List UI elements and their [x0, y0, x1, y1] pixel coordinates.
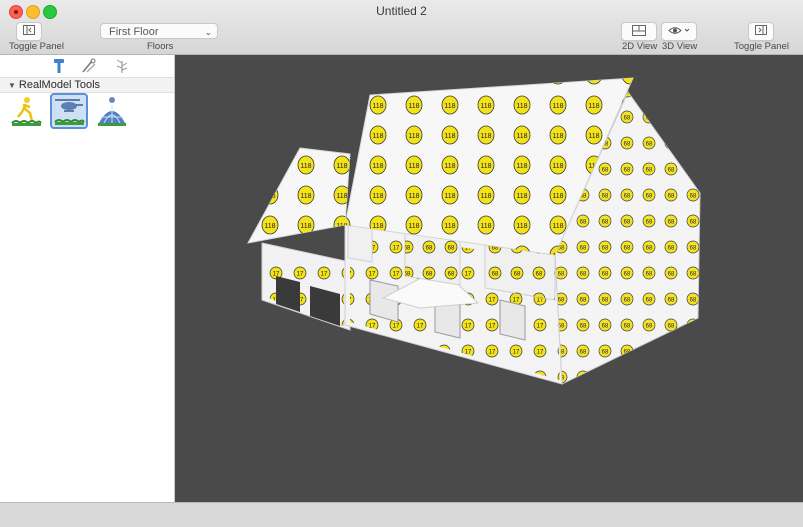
- view-2d-button[interactable]: [621, 22, 657, 41]
- status-bar: [0, 502, 803, 527]
- tool-category-tabs: [0, 55, 174, 77]
- disclosure-triangle-icon: ▼: [8, 81, 16, 90]
- walkthrough-person-icon: [11, 97, 42, 126]
- view-2d-label: 2D View: [622, 41, 658, 52]
- paint-tools-icon: [82, 58, 96, 73]
- aerial-helicopter-icon: [54, 99, 85, 125]
- eye-icon: [668, 27, 690, 34]
- house-3d-model[interactable]: 118 68 17: [175, 55, 803, 502]
- realmodel-tools-section-header[interactable]: ▼ RealModel Tools: [0, 77, 174, 93]
- view-3d-button[interactable]: [661, 22, 697, 41]
- sidebar-toggle-icon: [23, 25, 35, 35]
- floor-select-value: First Floor: [109, 26, 159, 38]
- toggle-panel-right-button[interactable]: [748, 22, 774, 41]
- dome-tour-tool[interactable]: [96, 95, 128, 127]
- walkthrough-tool[interactable]: [10, 95, 42, 127]
- floorplan-icon: [632, 25, 646, 36]
- side-roof-markers: [248, 148, 350, 243]
- aerial-view-tool[interactable]: [50, 93, 88, 129]
- toggle-panel-right-label: Toggle Panel: [734, 41, 789, 52]
- view-3d-label: 3D View: [662, 41, 698, 52]
- plant-tools-tab[interactable]: [114, 58, 130, 74]
- plant-icon: [116, 59, 128, 73]
- title-bar: Untitled 2 Toggle Panel First Floor ⌄ Fl…: [0, 0, 803, 55]
- porch-opening: [276, 276, 300, 312]
- build-tools-tab[interactable]: [51, 58, 67, 74]
- toggle-panel-left-button[interactable]: [16, 22, 42, 41]
- app-window: Untitled 2 Toggle Panel First Floor ⌄ Fl…: [0, 0, 803, 527]
- front-window: [499, 299, 526, 341]
- 3d-viewport[interactable]: 118 68 17: [175, 55, 803, 502]
- dome-tour-icon: [98, 97, 126, 126]
- paint-tools-tab[interactable]: [81, 58, 97, 74]
- hammer-icon: [54, 59, 64, 73]
- chevron-down-icon: ⌄: [204, 27, 212, 37]
- floors-label: Floors: [147, 41, 174, 52]
- window-title: Untitled 2: [376, 4, 427, 18]
- toggle-panel-left-label: Toggle Panel: [9, 41, 64, 52]
- floor-select[interactable]: First Floor ⌄: [100, 23, 218, 39]
- sidebar-toggle-icon: [755, 25, 767, 35]
- section-title: RealModel Tools: [18, 79, 101, 91]
- tools-sidebar: ▼ RealModel Tools: [0, 55, 175, 502]
